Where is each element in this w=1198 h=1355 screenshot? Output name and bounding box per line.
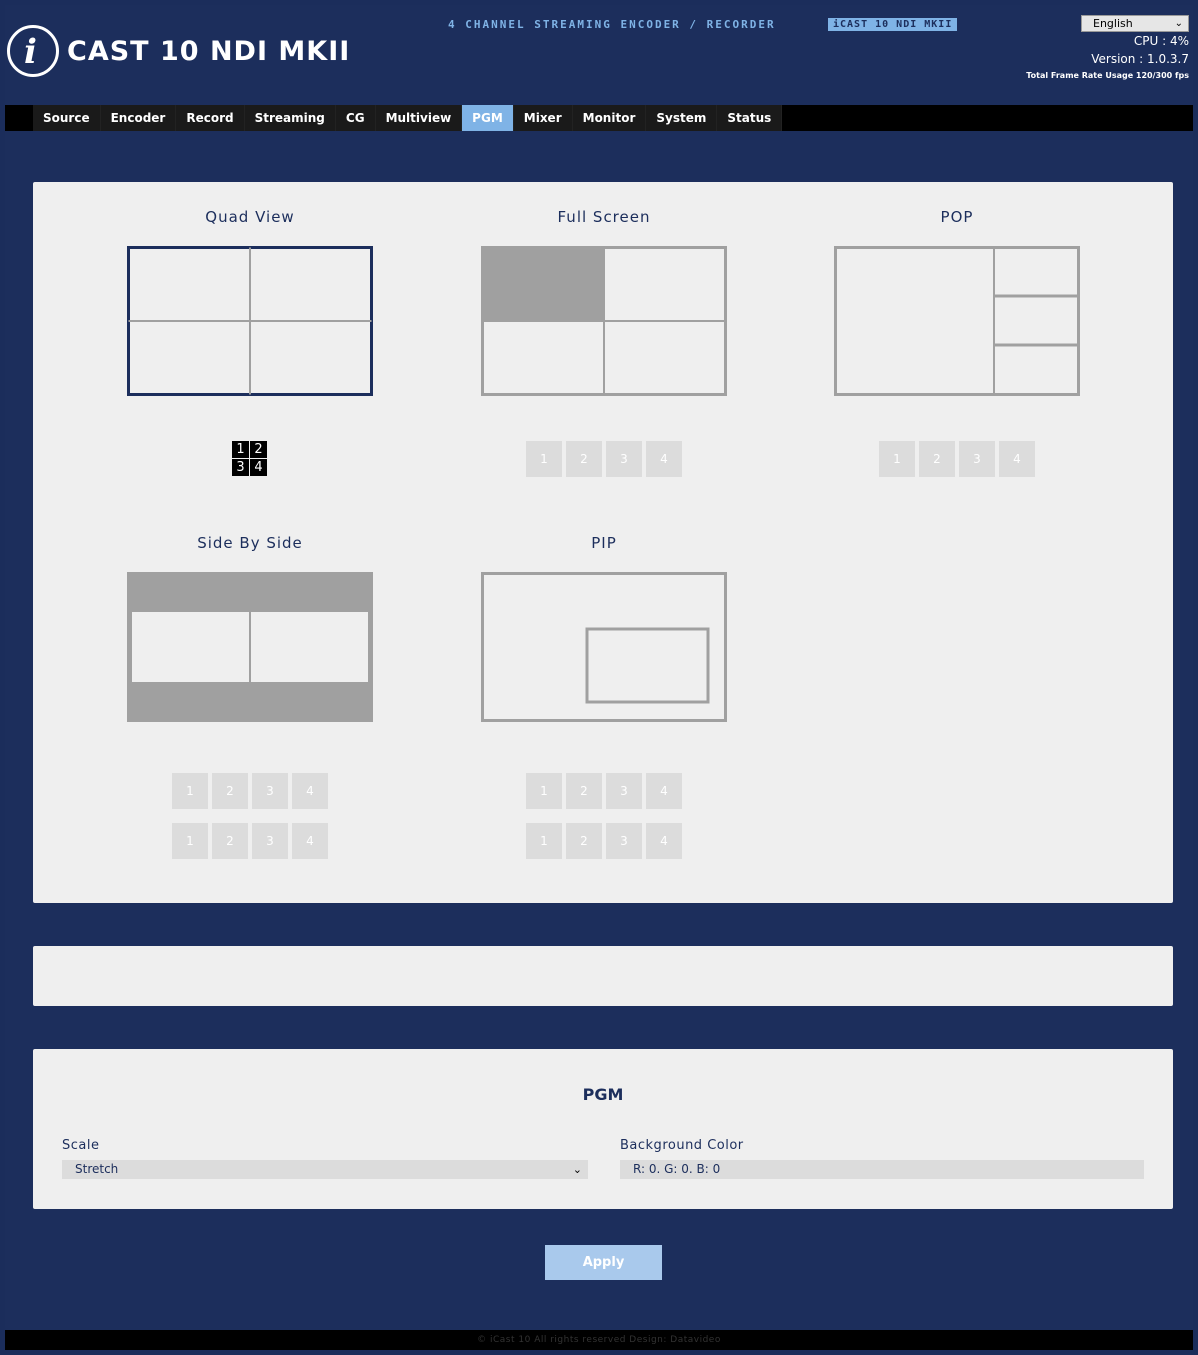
tab-monitor[interactable]: Monitor	[572, 105, 647, 131]
pip-main-source-3-button[interactable]: 3	[606, 773, 642, 809]
pip-source-buttons-row2: 1 2 3 4	[526, 823, 682, 859]
logo-text: CAST 10 NDI MKII	[67, 35, 351, 67]
full-screen-source-2-button[interactable]: 2	[566, 441, 602, 477]
background-color-value: R: 0. G: 0. B: 0	[633, 1162, 721, 1176]
side-by-side-right-source-3-button[interactable]: 3	[252, 823, 288, 859]
side-by-side-left-source-4-button[interactable]: 4	[292, 773, 328, 809]
side-by-side-layout[interactable]	[127, 572, 373, 722]
full-screen-source-3-button[interactable]: 3	[606, 441, 642, 477]
side-by-side-right-source-1-button[interactable]: 1	[172, 823, 208, 859]
pip-main-source-2-button[interactable]: 2	[566, 773, 602, 809]
pip-sub-source-2-button[interactable]: 2	[566, 823, 602, 859]
main-nav: Source Encoder Record Streaming CG Multi…	[5, 105, 1193, 131]
tab-status[interactable]: Status	[717, 105, 783, 131]
side-by-side-source-buttons-row2: 1 2 3 4	[172, 823, 328, 859]
side-by-side-title: Side By Side	[197, 534, 303, 552]
quad-view-layout[interactable]	[127, 246, 373, 396]
quad-digit-1: 1	[232, 441, 249, 458]
tab-record[interactable]: Record	[176, 105, 245, 131]
pip-sub-source-3-button[interactable]: 3	[606, 823, 642, 859]
pop-source-buttons: 1 2 3 4	[879, 441, 1035, 477]
pgm-title: PGM	[582, 1085, 624, 1104]
side-by-side-right-source-4-button[interactable]: 4	[292, 823, 328, 859]
pip-source-buttons-row1: 1 2 3 4	[526, 773, 682, 809]
settings-placeholder-panel	[33, 946, 1173, 1006]
pop-source-3-button[interactable]: 3	[959, 441, 995, 477]
pop-layout[interactable]	[834, 246, 1080, 396]
quad-digit-2: 2	[250, 441, 267, 458]
chevron-down-icon: ⌄	[572, 1163, 582, 1176]
side-by-side-source-buttons-row1: 1 2 3 4	[172, 773, 328, 809]
chevron-down-icon: ⌄	[1174, 18, 1183, 29]
pop-source-1-button[interactable]: 1	[879, 441, 915, 477]
full-screen-source-4-button[interactable]: 4	[646, 441, 682, 477]
pip-sub-source-4-button[interactable]: 4	[646, 823, 682, 859]
side-by-side-left-source-3-button[interactable]: 3	[252, 773, 288, 809]
scale-select-value: Stretch	[75, 1162, 119, 1176]
background-color-label: Background Color	[620, 1138, 744, 1153]
apply-button[interactable]: Apply	[545, 1245, 662, 1280]
tab-streaming[interactable]: Streaming	[244, 105, 336, 131]
layout-panel: Quad View 1 2 3 4 Full Screen 1 2 3 4 PO…	[33, 182, 1173, 903]
side-by-side-left-source-1-button[interactable]: 1	[172, 773, 208, 809]
side-by-side-right-source-2-button[interactable]: 2	[212, 823, 248, 859]
model-badge: iCAST 10 NDI MKII	[828, 18, 958, 31]
tab-pgm[interactable]: PGM	[462, 105, 514, 131]
quad-view-title: Quad View	[205, 208, 295, 226]
quad-view-source-icon[interactable]: 1 2 3 4	[232, 441, 267, 476]
tab-multiview[interactable]: Multiview	[375, 105, 463, 131]
full-screen-source-1-button[interactable]: 1	[526, 441, 562, 477]
quad-digit-3: 3	[232, 459, 249, 476]
pip-title: PIP	[591, 534, 617, 552]
tab-mixer[interactable]: Mixer	[513, 105, 573, 131]
background-color-field[interactable]: R: 0. G: 0. B: 0	[620, 1160, 1144, 1179]
product-tagline: 4 CHANNEL STREAMING ENCODER / RECORDER	[448, 18, 776, 31]
tab-cg[interactable]: CG	[335, 105, 376, 131]
firmware-version: Version : 1.0.3.7	[1091, 52, 1189, 66]
frame-rate-usage: Total Frame Rate Usage 120/300 fps	[1026, 71, 1189, 80]
pop-source-2-button[interactable]: 2	[919, 441, 955, 477]
logo-mark-icon: i	[7, 25, 59, 77]
pop-title: POP	[940, 208, 974, 226]
full-screen-title: Full Screen	[557, 208, 651, 226]
page: i CAST 10 NDI MKII 4 CHANNEL STREAMING E…	[5, 5, 1193, 1350]
quad-digit-4: 4	[250, 459, 267, 476]
language-select-value: English	[1093, 17, 1133, 30]
scale-label: Scale	[62, 1138, 100, 1153]
pip-main-source-4-button[interactable]: 4	[646, 773, 682, 809]
tab-encoder[interactable]: Encoder	[100, 105, 177, 131]
scale-select[interactable]: Stretch ⌄	[62, 1160, 588, 1179]
full-screen-source-buttons: 1 2 3 4	[526, 441, 682, 477]
pip-layout[interactable]	[481, 572, 727, 722]
pop-source-4-button[interactable]: 4	[999, 441, 1035, 477]
language-select[interactable]: English ⌄	[1081, 15, 1189, 32]
cpu-usage: CPU : 4%	[1133, 34, 1189, 48]
pip-sub-source-1-button[interactable]: 1	[526, 823, 562, 859]
footer-copyright: © iCast 10 All rights reserved Design: D…	[5, 1330, 1193, 1350]
full-screen-layout[interactable]	[481, 246, 727, 396]
pgm-settings-panel: PGM Scale Stretch ⌄ Background Color R: …	[33, 1049, 1173, 1209]
tab-system[interactable]: System	[646, 105, 718, 131]
side-by-side-left-source-2-button[interactable]: 2	[212, 773, 248, 809]
pip-main-source-1-button[interactable]: 1	[526, 773, 562, 809]
logo: i CAST 10 NDI MKII	[5, 25, 350, 77]
tab-source[interactable]: Source	[33, 105, 101, 131]
